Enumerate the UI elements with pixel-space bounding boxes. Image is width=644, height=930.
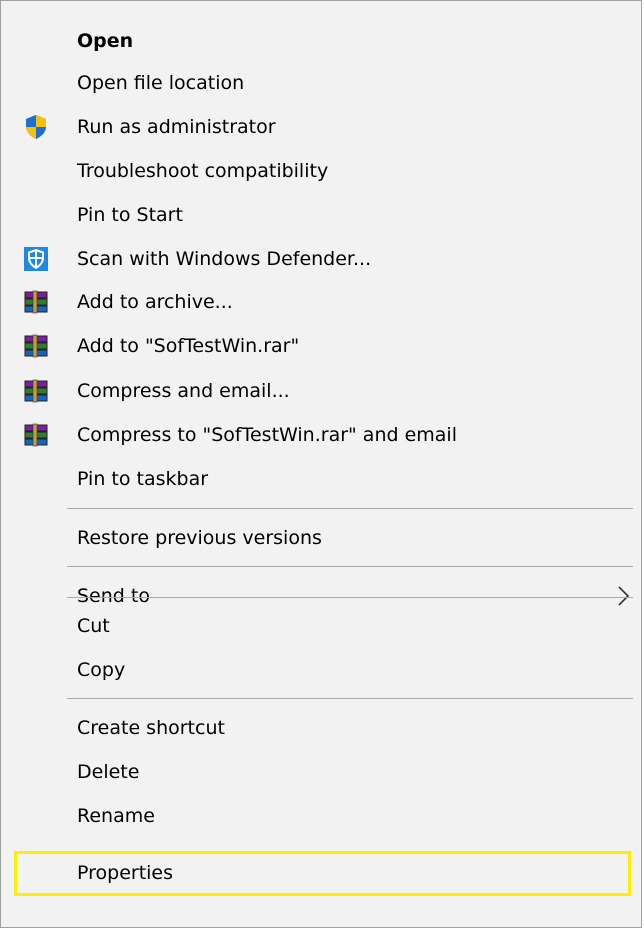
windows-defender-icon [23,246,49,272]
menu-item-delete[interactable]: Delete [1,752,641,792]
winrar-archive-icon [23,422,49,448]
menu-item-label: Copy [77,659,126,681]
menu-item-label: Rename [77,805,155,827]
menu-item-copy[interactable]: Copy [1,650,641,690]
menu-item-label: Add to archive... [77,291,233,313]
menu-item-label: Create shortcut [77,717,225,739]
menu-item-label: Properties [77,862,174,884]
menu-item-run-as-administrator[interactable]: Run as administrator [1,107,641,147]
menu-item-label: Pin to Start [77,204,183,226]
menu-item-label: Run as administrator [77,116,276,138]
menu-item-label: Troubleshoot compatibility [77,160,329,182]
menu-item-label: Delete [77,761,140,783]
menu-item-cut[interactable]: Cut [1,606,641,646]
menu-item-open[interactable]: Open [1,21,641,61]
chevron-right-icon [613,584,633,608]
menu-item-label: Cut [77,615,110,637]
menu-item-label: Restore previous versions [77,527,322,549]
menu-item-restore-previous-versions[interactable]: Restore previous versions [1,518,641,558]
menu-item-open-file-location[interactable]: Open file location [1,63,641,103]
menu-item-label: Scan with Windows Defender... [77,248,372,270]
menu-item-create-shortcut[interactable]: Create shortcut [1,708,641,748]
menu-item-compress-to-rar-and-email[interactable]: Compress to "SofTestWin.rar" and email [1,415,641,455]
menu-item-troubleshoot-compatibility[interactable]: Troubleshoot compatibility [1,151,641,191]
menu-item-label: Add to "SofTestWin.rar" [77,335,300,357]
menu-separator [67,698,633,699]
menu-item-pin-to-taskbar[interactable]: Pin to taskbar [1,459,641,499]
menu-item-pin-to-start[interactable]: Pin to Start [1,195,641,235]
winrar-archive-icon [23,378,49,404]
menu-item-add-to-rar[interactable]: Add to "SofTestWin.rar" [1,326,641,366]
uac-shield-icon [23,114,49,140]
menu-item-rename[interactable]: Rename [1,796,641,836]
menu-item-label: Compress to "SofTestWin.rar" and email [77,424,457,446]
menu-item-label: Open [77,30,134,52]
context-menu: Open Open file location Run as administr… [0,0,642,928]
winrar-archive-icon [23,333,49,359]
menu-item-label: Compress and email... [77,380,290,402]
menu-separator [67,566,633,567]
menu-item-label: Open file location [77,72,245,94]
menu-item-properties[interactable]: Properties [1,853,641,893]
menu-item-label: Pin to taskbar [77,468,209,490]
menu-separator [67,508,633,509]
menu-item-add-to-archive[interactable]: Add to archive... [1,282,641,322]
menu-item-compress-and-email[interactable]: Compress and email... [1,371,641,411]
winrar-archive-icon [23,289,49,315]
menu-item-scan-with-windows-defender[interactable]: Scan with Windows Defender... [1,239,641,279]
menu-separator [67,597,633,598]
